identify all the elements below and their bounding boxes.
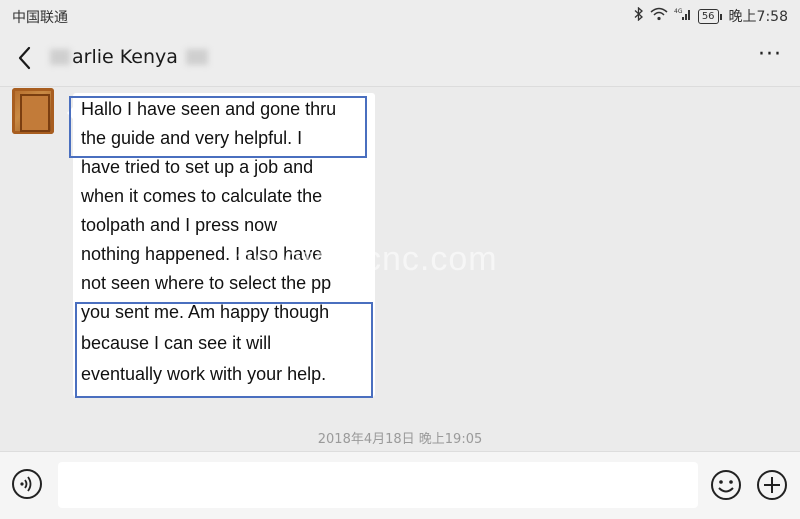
message-line: because I can see it will	[81, 333, 272, 353]
contact-name: arlie Kenya	[72, 46, 178, 68]
avatar-image	[20, 94, 50, 132]
more-options-button[interactable]: ···	[758, 42, 782, 67]
status-bar: 中国联通 4G 56 晚上7:58	[0, 0, 800, 30]
message-line: the guide and very helpful. I	[81, 128, 303, 148]
plus-icon	[757, 470, 787, 500]
message-line: toolpath and I press now	[81, 215, 278, 235]
chevron-left-icon	[18, 46, 31, 70]
voice-icon	[20, 476, 32, 492]
status-time: 晚上7:58	[728, 9, 788, 25]
status-indicators: 4G 56 晚上7:58	[634, 6, 788, 26]
emoji-icon	[711, 470, 741, 500]
watermark: agletec-cnc.com	[235, 240, 498, 278]
emoji-button[interactable]	[710, 469, 742, 501]
chat-header: arlie Kenya ···	[0, 30, 800, 87]
battery-indicator: 56	[697, 8, 722, 24]
svg-text:4G: 4G	[674, 8, 683, 15]
carrier-label: 中国联通	[12, 10, 68, 26]
plus-button[interactable]	[756, 469, 788, 501]
redacted-name-suffix	[185, 49, 208, 65]
chat-title: arlie Kenya	[50, 46, 208, 68]
message-timestamp: 2018年4月18日 晚上19:05	[317, 432, 483, 447]
message-line: have tried to set up a job and	[81, 157, 314, 177]
voice-button[interactable]	[12, 469, 42, 499]
contact-avatar[interactable]	[12, 88, 54, 134]
message-line: you sent me. Am happy though	[81, 302, 330, 322]
message-line: when it comes to calculate the	[81, 186, 323, 206]
wifi-icon	[650, 7, 668, 25]
redacted-name-prefix	[50, 49, 70, 65]
message-input[interactable]	[58, 462, 698, 508]
message-line: Hallo I have seen and gone thru	[81, 99, 337, 119]
bluetooth-icon	[634, 6, 644, 25]
back-button[interactable]	[14, 44, 36, 72]
message-line: eventually work with your help.	[81, 364, 327, 384]
cellular-signal-icon: 4G	[674, 7, 692, 25]
input-bar	[0, 451, 800, 519]
